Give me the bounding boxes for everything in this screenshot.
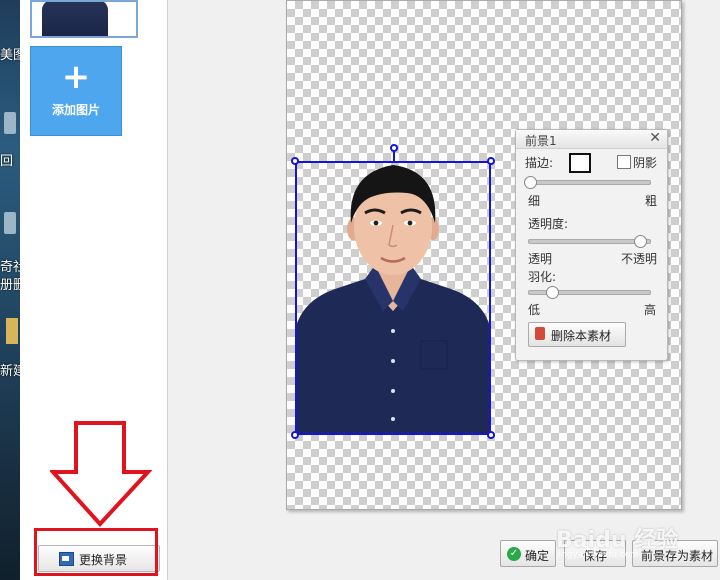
opacity-slider[interactable] (528, 235, 651, 248)
feather-slider[interactable] (528, 286, 651, 299)
desktop-shortcut-icon[interactable] (4, 212, 16, 234)
add-image-label: 添加图片 (51, 103, 100, 117)
stroke-slider[interactable] (524, 176, 651, 189)
resize-handle-bottom-left[interactable] (291, 431, 299, 439)
close-icon[interactable]: ✕ (649, 130, 661, 146)
panel-title: 前景1 (525, 134, 557, 148)
foreground-properties-panel: 前景1 ✕ 描边: 阴影 细 粗 透明度: 透明 不透明 羽化: 低 高 删除本… (515, 129, 668, 361)
annotation-highlight-box (34, 528, 158, 576)
confirm-label: 确定 (525, 549, 550, 563)
desktop-item-label[interactable]: 册删 (0, 274, 20, 293)
stroke-thin-label: 细 (528, 194, 541, 208)
folder-icon[interactable] (6, 318, 18, 344)
resize-handle-top-left[interactable] (291, 157, 299, 165)
desktop-item-label[interactable]: 回 (0, 150, 20, 169)
feather-low-label: 低 (528, 303, 541, 317)
resize-handle-top-right[interactable] (487, 157, 495, 165)
opacity-max-label: 不透明 (621, 252, 658, 266)
desktop-item-label[interactable]: 美图 (0, 44, 20, 63)
opacity-slider-knob[interactable] (634, 235, 647, 248)
desktop-shortcut-icon[interactable] (4, 112, 16, 134)
desktop-item-label[interactable]: 奇社 (0, 256, 20, 275)
stroke-thick-label: 粗 (645, 194, 658, 208)
panel-header: 前景1 ✕ (516, 130, 667, 149)
thumbnail-portrait (42, 2, 108, 36)
desktop-strip: 美图 回 奇社 册删 新建 (0, 0, 20, 580)
confirm-button[interactable]: ✓ 确定 (500, 540, 556, 567)
annotation-arrow (50, 421, 152, 527)
resize-handle-bottom-right[interactable] (487, 431, 495, 439)
feather-slider-knob[interactable] (546, 286, 559, 299)
check-icon: ✓ (507, 547, 521, 561)
feather-label: 羽化: (528, 270, 557, 284)
image-thumbnail[interactable] (30, 0, 138, 38)
shadow-checkbox[interactable] (617, 155, 631, 169)
rotate-handle[interactable] (390, 144, 398, 152)
desktop-item-label[interactable]: 新建 (0, 360, 20, 379)
stroke-color-swatch[interactable] (569, 153, 591, 173)
stroke-label: 描边: (525, 156, 554, 170)
shadow-label: 阴影 (633, 156, 658, 170)
watermark-url: jingyan.baidu.com (556, 550, 640, 560)
opacity-label: 透明度: (528, 217, 569, 231)
trash-icon (535, 327, 545, 340)
feather-high-label: 高 (644, 303, 657, 317)
selection-frame (295, 161, 491, 435)
delete-material-label: 删除本素材 (551, 329, 612, 343)
stroke-slider-knob[interactable] (524, 176, 537, 189)
opacity-min-label: 透明 (528, 252, 553, 266)
delete-material-button[interactable]: 删除本素材 (528, 322, 626, 347)
plus-icon: + (61, 57, 91, 97)
add-image-button[interactable]: + 添加图片 (30, 46, 122, 136)
